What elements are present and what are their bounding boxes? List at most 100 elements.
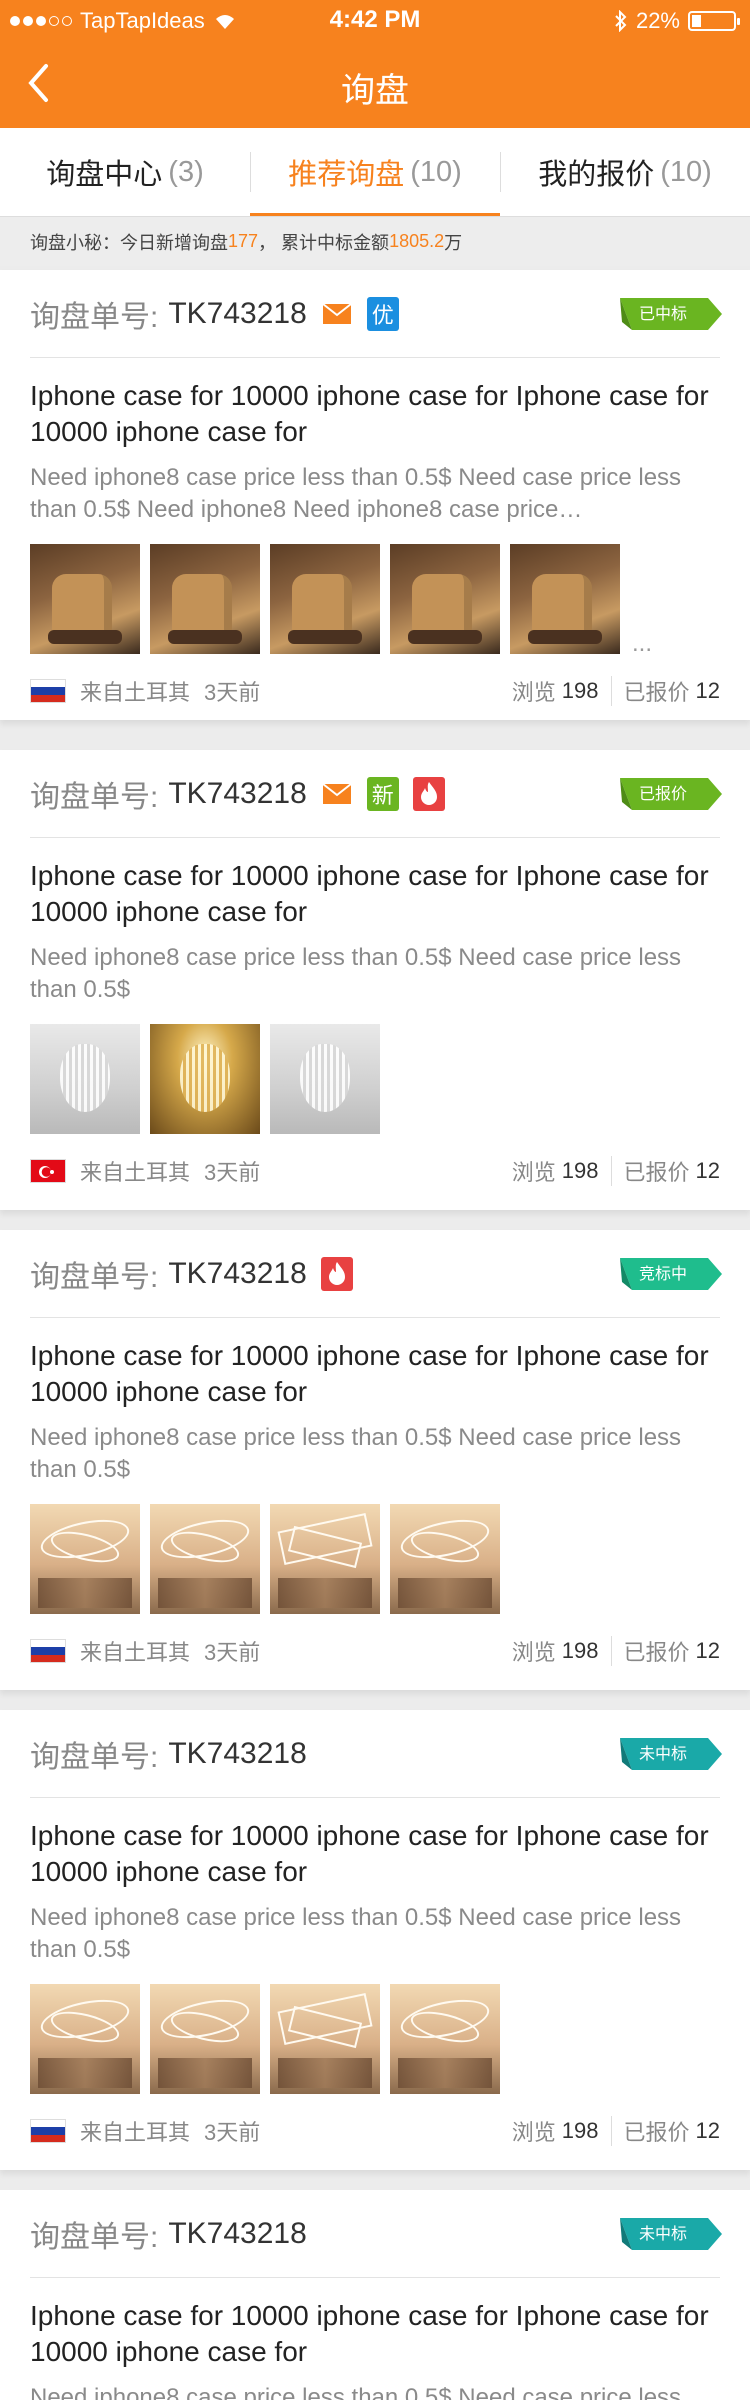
premium-badge: 优 xyxy=(366,296,399,331)
mail-icon xyxy=(321,297,353,331)
origin-label: 来自土耳其 xyxy=(80,1160,191,1185)
divider xyxy=(610,2116,612,2146)
status-label: 竞标中 xyxy=(638,1266,687,1283)
views-label: 浏览 xyxy=(511,1160,556,1185)
quotes-label: 已报价 xyxy=(623,680,690,705)
inquiry-card[interactable]: 询盘单号: TK743218 竞标中 Iphone case for 10000… xyxy=(0,1230,750,1690)
origin-label: 来自土耳其 xyxy=(80,1640,191,1665)
russia-flag-icon xyxy=(30,2119,66,2143)
tab-inquiry-center[interactable]: 询盘中心 (3) xyxy=(0,128,250,216)
status-label: 未中标 xyxy=(638,1746,687,1763)
divider xyxy=(610,676,612,706)
image-gallery xyxy=(30,1504,720,1614)
views-count: 198 xyxy=(561,678,599,703)
product-image[interactable] xyxy=(390,1504,500,1614)
mail-icon xyxy=(321,777,353,811)
image-gallery: ... xyxy=(30,544,720,657)
order-label: 询盘单号: xyxy=(30,1740,159,1774)
status-flag-won: 已中标 xyxy=(618,296,722,340)
top-bar: TapTapIdeas 4:42 PM 22% 询盘 xyxy=(0,0,750,128)
product-image[interactable] xyxy=(30,1504,140,1614)
product-image[interactable] xyxy=(150,1024,260,1134)
battery-percent: 22% xyxy=(635,8,680,33)
inquiry-title: Iphone case for 10000 iphone case for Ip… xyxy=(30,2300,709,2367)
divider xyxy=(250,152,251,192)
inquiry-title: Iphone case for 10000 iphone case for Ip… xyxy=(30,380,709,447)
product-image[interactable] xyxy=(30,1984,140,2094)
views-label: 浏览 xyxy=(511,680,556,705)
order-label: 询盘单号: xyxy=(30,1260,159,1294)
inquiry-card[interactable]: 询盘单号: TK743218 优 已中标 Iphone case for 100… xyxy=(0,270,750,720)
status-flag-lost: 未中标 xyxy=(618,1736,722,1780)
tab-count: (3) xyxy=(168,155,204,188)
inquiry-card[interactable]: 询盘单号: TK743218 未中标 Iphone case for 10000… xyxy=(0,1710,750,2170)
product-image[interactable] xyxy=(390,544,500,654)
product-image[interactable] xyxy=(270,1984,380,2094)
tab-recommended[interactable]: 推荐询盘 (10) xyxy=(250,128,500,216)
product-image[interactable] xyxy=(30,1024,140,1134)
inquiry-description: Need iphone8 case price less than 0.5$ N… xyxy=(30,1904,682,1963)
order-number: TK743218 xyxy=(168,1256,307,1290)
status-label: 已中标 xyxy=(638,306,687,323)
new-badge: 新 xyxy=(366,776,399,811)
quotes-label: 已报价 xyxy=(623,2120,690,2145)
inquiry-title: Iphone case for 10000 iphone case for Ip… xyxy=(30,1340,709,1407)
more-images: ... xyxy=(632,630,653,657)
order-number: TK743218 xyxy=(168,1736,307,1770)
status-flag-lost: 未中标 xyxy=(618,2216,722,2260)
tab-count: (10) xyxy=(410,155,462,188)
order-number: TK743218 xyxy=(168,296,307,330)
image-gallery xyxy=(30,1984,720,2094)
product-image[interactable] xyxy=(270,1504,380,1614)
inquiry-description: Need iphone8 case price less than 0.5$ N… xyxy=(30,1424,682,1483)
order-number: TK743218 xyxy=(168,776,307,810)
image-gallery xyxy=(30,1024,720,1134)
inquiry-title: Iphone case for 10000 iphone case for Ip… xyxy=(30,1820,709,1887)
product-image[interactable] xyxy=(270,1024,380,1134)
notice-text: 询盘小秘：今日新增询盘 xyxy=(30,232,228,253)
order-label: 询盘单号: xyxy=(30,2220,159,2254)
product-image[interactable] xyxy=(270,544,380,654)
product-image[interactable] xyxy=(150,1504,260,1614)
views-label: 浏览 xyxy=(511,1640,556,1665)
russia-flag-icon xyxy=(30,679,66,703)
product-image[interactable] xyxy=(30,544,140,654)
quotes-count: 12 xyxy=(695,678,720,703)
fire-icon xyxy=(320,1256,353,1291)
views-count: 198 xyxy=(561,2118,599,2143)
inquiry-title: Iphone case for 10000 iphone case for Ip… xyxy=(30,860,709,927)
order-number: TK743218 xyxy=(168,2216,307,2250)
quotes-count: 12 xyxy=(695,2118,720,2143)
posted-time: 3天前 xyxy=(204,2120,261,2145)
battery-icon xyxy=(688,11,740,31)
awarded-amount: 1805.2 xyxy=(389,231,445,251)
product-image[interactable] xyxy=(390,1984,500,2094)
divider xyxy=(610,1636,612,1666)
quotes-label: 已报价 xyxy=(623,1640,690,1665)
views-count: 198 xyxy=(561,1158,599,1183)
bluetooth-icon xyxy=(615,10,627,32)
origin-label: 来自土耳其 xyxy=(80,2120,191,2145)
product-image[interactable] xyxy=(510,544,620,654)
divider xyxy=(500,152,501,192)
notice-text: ， 累计中标金额 xyxy=(258,232,390,253)
product-image[interactable] xyxy=(150,1984,260,2094)
tab-bar: 询盘中心 (3) 推荐询盘 (10) 我的报价 (10) xyxy=(0,128,750,216)
inquiry-description: Need iphone8 case price less than 0.5$ N… xyxy=(30,464,682,523)
new-inquiry-count: 177 xyxy=(228,231,259,251)
tab-count: (10) xyxy=(660,155,712,188)
posted-time: 3天前 xyxy=(204,680,261,705)
status-label: 已报价 xyxy=(638,786,687,803)
views-count: 198 xyxy=(561,1638,599,1663)
status-bar: TapTapIdeas 4:42 PM 22% xyxy=(0,0,750,40)
tab-label: 推荐询盘 xyxy=(288,159,405,191)
inquiry-card[interactable]: 询盘单号: TK743218 未中标 Iphone case for 10000… xyxy=(0,2190,750,2400)
product-image[interactable] xyxy=(150,544,260,654)
tab-my-quotes[interactable]: 我的报价 (10) xyxy=(500,128,750,216)
quotes-count: 12 xyxy=(695,1158,720,1183)
divider xyxy=(610,1156,612,1186)
order-label: 询盘单号: xyxy=(30,300,159,334)
order-label: 询盘单号: xyxy=(30,780,159,814)
inquiry-card[interactable]: 询盘单号: TK743218 新 已报价 Iphone case for 100… xyxy=(0,750,750,1210)
origin-label: 来自土耳其 xyxy=(80,680,191,705)
